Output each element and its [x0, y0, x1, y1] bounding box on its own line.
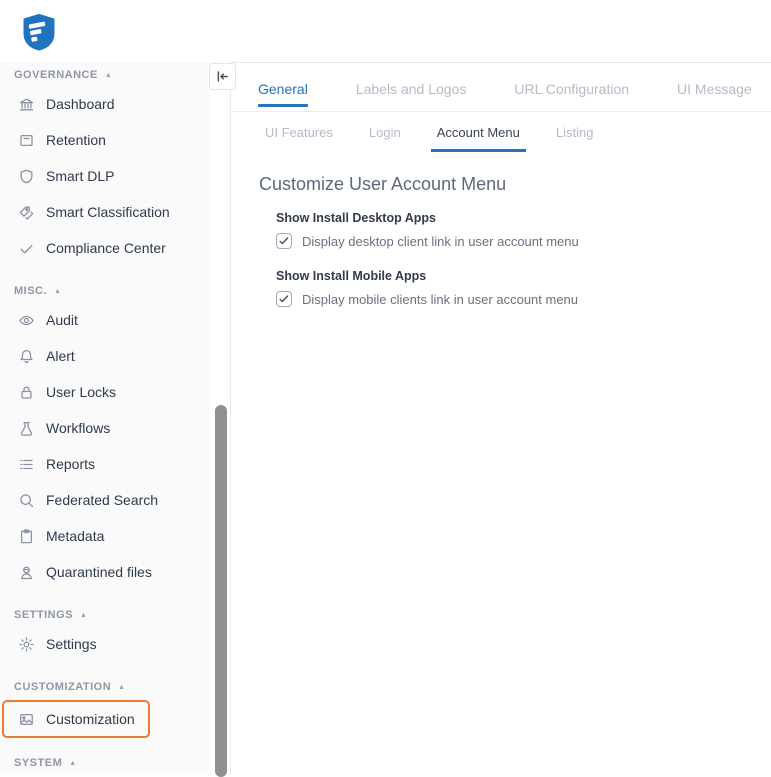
subtab-ui-features[interactable]: UI Features: [259, 125, 339, 152]
section-header-label: MISC.: [14, 285, 48, 297]
triangle-up-icon: ▲: [54, 287, 62, 295]
sidebar-item-label: Settings: [46, 636, 97, 652]
sidebar-item-label: Customization: [46, 711, 135, 727]
sidebar-item-audit[interactable]: Audit: [14, 302, 210, 338]
sidebar-item-quarantined-files[interactable]: Quarantined files: [14, 554, 210, 590]
sidebar-item-label: Smart DLP: [46, 168, 115, 184]
quarantine-icon: [18, 564, 35, 581]
clipboard-icon: [18, 528, 35, 545]
checkbox-display-mobile-clients-link-in-user-account-menu[interactable]: [276, 291, 292, 307]
setting-group-show-install-desktop-apps: Show Install Desktop Apps Display desktop…: [276, 211, 771, 249]
triangle-up-icon: ▲: [104, 71, 113, 79]
sidebar-item-smart-classification[interactable]: Smart Classification: [14, 194, 210, 230]
shield-icon: [18, 168, 35, 185]
archive-icon: [18, 132, 35, 149]
checkbox-display-desktop-client-link-in-user-account-menu[interactable]: [276, 233, 292, 249]
sidebar-item-label: Quarantined files: [46, 564, 152, 580]
triangle-up-icon: ▲: [69, 759, 77, 767]
checkbox-label: Display mobile clients link in user acco…: [302, 291, 579, 307]
triangle-up-icon: ▲: [118, 683, 126, 691]
checkbox-row: Display mobile clients link in user acco…: [276, 291, 771, 307]
sidebar-item-workflows[interactable]: Workflows: [14, 410, 210, 446]
sidebar-item-label: Retention: [46, 132, 106, 148]
tab-ui-message[interactable]: UI Message: [677, 81, 752, 111]
sidebar-item-dashboard[interactable]: Dashboard: [14, 86, 210, 122]
subtab-login[interactable]: Login: [363, 125, 407, 152]
gear-icon: [18, 636, 35, 653]
checkbox-label: Display desktop client link in user acco…: [302, 233, 579, 249]
section-header-label: SYSTEM: [14, 757, 63, 769]
sidebar-item-metadata[interactable]: Metadata: [14, 518, 210, 554]
bank-icon: [18, 96, 35, 113]
lock-icon: [18, 384, 35, 401]
sidebar-item-smart-dlp[interactable]: Smart DLP: [14, 158, 210, 194]
sidebar-item-alert[interactable]: Alert: [14, 338, 210, 374]
check-icon: [18, 240, 35, 257]
tab-general[interactable]: General: [258, 81, 308, 111]
brand-logo-icon[interactable]: [22, 12, 56, 52]
sub-tabs: UI Features Login Account Menu Listing: [231, 112, 771, 152]
sidebar-item-label: Metadata: [46, 528, 105, 544]
section-header-label: GOVERNANCE: [14, 69, 98, 81]
tags-icon: [18, 204, 35, 221]
collapse-panel-icon: [215, 69, 230, 84]
search-icon: [18, 492, 35, 509]
setting-group-show-install-mobile-apps: Show Install Mobile Apps Display mobile c…: [276, 269, 771, 307]
checkmark-icon: [278, 235, 290, 247]
sidebar-section-header-customization[interactable]: CUSTOMIZATION ▲: [14, 676, 210, 698]
subtab-listing[interactable]: Listing: [550, 125, 600, 152]
section-header-label: CUSTOMIZATION: [14, 681, 112, 693]
sidebar: GOVERNANCE ▲ Dashboard Retention Smart DLP Sm…: [0, 62, 210, 775]
sidebar-item-settings[interactable]: Settings: [14, 626, 210, 662]
tab-labels-and-logos[interactable]: Labels and Logos: [356, 81, 467, 111]
list-icon: [18, 456, 35, 473]
sidebar-item-label: Reports: [46, 456, 96, 472]
section-header-label: SETTINGS: [14, 609, 74, 621]
checkbox-row: Display desktop client link in user acco…: [276, 233, 771, 249]
sidebar-item-label: Compliance Center: [46, 240, 166, 256]
sidebar-item-label: Dashboard: [46, 96, 115, 112]
sidebar-item-label: Alert: [46, 348, 75, 364]
triangle-up-icon: ▲: [80, 611, 88, 619]
sidebar-item-label: Smart Classification: [46, 204, 170, 220]
sidebar-section-header-misc[interactable]: MISC. ▲: [14, 280, 210, 302]
main-panel: General Labels and Logos URL Configuration…: [230, 62, 771, 775]
sidebar-item-retention[interactable]: Retention: [14, 122, 210, 158]
sidebar-scrollbar-thumb[interactable]: [215, 405, 227, 777]
sidebar-section-header-settings[interactable]: SETTINGS ▲: [14, 604, 210, 626]
sidebar-item-user-locks[interactable]: User Locks: [14, 374, 210, 410]
sidebar-item-label: Workflows: [46, 420, 111, 436]
sidebar-item-label: Audit: [46, 312, 78, 328]
sidebar-item-reports[interactable]: Reports: [14, 446, 210, 482]
setting-group-label: Show Install Desktop Apps: [276, 211, 436, 225]
sidebar-item-compliance-center[interactable]: Compliance Center: [14, 230, 210, 266]
checkmark-icon: [278, 293, 290, 305]
sidebar-section-header-governance[interactable]: GOVERNANCE ▲: [14, 64, 210, 86]
sidebar-section-header-system[interactable]: SYSTEM ▲: [14, 752, 210, 774]
settings-groups: Show Install Desktop Apps Display desktop…: [231, 211, 771, 307]
collapse-sidebar-button[interactable]: [209, 63, 236, 90]
sidebar-item-label: Federated Search: [46, 492, 159, 508]
bell-icon: [18, 348, 35, 365]
setting-group-label: Show Install Mobile Apps: [276, 269, 427, 283]
flask-icon: [18, 420, 35, 437]
tab-url-configuration[interactable]: URL Configuration: [514, 81, 629, 111]
sidebar-item-customization[interactable]: Customization: [2, 700, 150, 738]
main-tabs: General Labels and Logos URL Configuration…: [231, 63, 771, 112]
subtab-account-menu[interactable]: Account Menu: [430, 125, 526, 152]
top-header: [0, 0, 771, 62]
eye-icon: [18, 312, 35, 329]
page-title: Customize User Account Menu: [259, 174, 507, 194]
sidebar-item-label: User Locks: [46, 384, 117, 400]
image-icon: [18, 711, 35, 728]
sidebar-item-federated-search[interactable]: Federated Search: [14, 482, 210, 518]
